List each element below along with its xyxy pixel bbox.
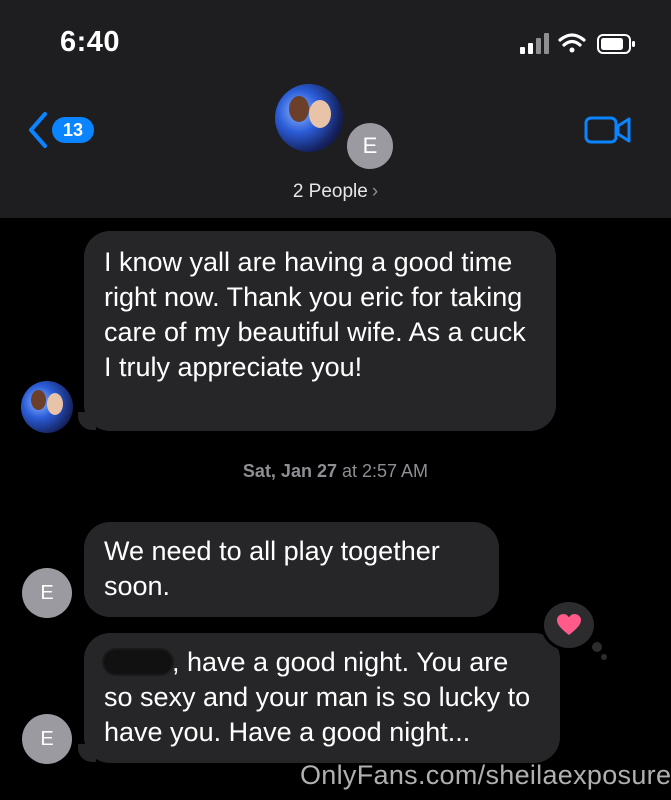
- group-label: 2 People: [292, 181, 368, 202]
- heart-icon: [557, 614, 581, 635]
- message-text: We need to all play together soon.: [104, 536, 440, 601]
- sender-avatar-letter[interactable]: E: [22, 714, 72, 764]
- sender-avatar-letter[interactable]: E: [22, 568, 72, 618]
- watermark: OnlyFans.com/sheilaexposure: [300, 760, 671, 790]
- tapback-tail: [592, 642, 602, 652]
- conversation-header: 6:40 13 E 2 People ›: [0, 0, 671, 218]
- unread-count-badge: 13: [52, 117, 95, 143]
- video-call-icon[interactable]: [584, 114, 632, 146]
- timestamp-day: Sat, Jan 27: [242, 461, 337, 481]
- battery-icon: [597, 34, 635, 54]
- message-text: I know yall are having a good time right…: [104, 247, 526, 382]
- chevron-left-icon: [29, 112, 47, 148]
- timestamp-time: at 2:57 AM: [342, 461, 429, 481]
- status-icons: [520, 33, 635, 54]
- chevron-right-icon: ›: [371, 181, 379, 202]
- message-bubble[interactable]: We need to all play together soon.: [84, 522, 499, 617]
- message-timestamp: Sat, Jan 27 at 2:57 AM: [0, 461, 671, 482]
- redacted-name: [104, 650, 172, 674]
- message-bubble[interactable]: , have a good night. You are so sexy and…: [84, 633, 560, 763]
- signal-icon: [520, 33, 549, 54]
- group-avatar-photo[interactable]: [275, 84, 343, 152]
- heart-reaction[interactable]: [541, 599, 597, 651]
- wifi-icon: [558, 33, 586, 53]
- tapback-tail: [601, 654, 607, 660]
- message-bubble[interactable]: I know yall are having a good time right…: [84, 231, 556, 431]
- sender-avatar-photo[interactable]: [21, 381, 73, 433]
- group-avatar-letter[interactable]: E: [344, 120, 396, 172]
- back-button[interactable]: 13: [26, 110, 95, 150]
- group-details-link[interactable]: 2 People ›: [0, 181, 671, 203]
- status-time: 6:40: [60, 26, 121, 58]
